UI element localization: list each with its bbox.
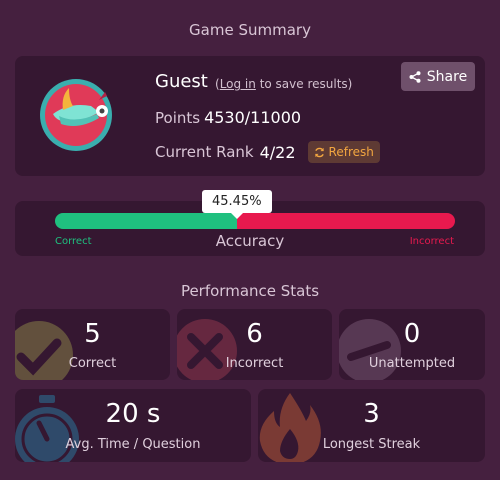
stat-value: 20 s [105, 399, 161, 429]
rank-value: 4/22 [259, 142, 296, 162]
game-summary-title: Game Summary [189, 21, 311, 39]
avatar [40, 79, 112, 151]
accuracy-bar-incorrect [236, 213, 455, 229]
share-label: Share [426, 68, 468, 85]
rank-row: Current Rank 4/22 Refresh [155, 141, 380, 163]
stat-value: 0 [403, 319, 421, 349]
refresh-label: Refresh [328, 145, 374, 159]
accuracy-percent-bubble: 45.45% [201, 190, 272, 213]
stat-tile-longest-streak: 3 Longest Streak [258, 389, 485, 462]
refresh-button[interactable]: Refresh [307, 141, 380, 163]
stat-label: Correct [68, 356, 117, 371]
stat-tile-unattempted: 0 Unattempted [339, 309, 485, 380]
points-row: Points 4530/11000 [155, 108, 301, 127]
points-value: 4530/11000 [204, 108, 302, 127]
player-name: Guest [155, 71, 208, 92]
login-suffix: to save results) [255, 77, 353, 91]
share-button[interactable]: Share [401, 62, 475, 91]
incorrect-legend: Incorrect [409, 236, 454, 247]
accuracy-pointer [230, 213, 243, 219]
login-link[interactable]: Log in [220, 77, 256, 91]
stat-tile-correct: 5 Correct [15, 309, 170, 380]
stat-value: 5 [84, 319, 101, 349]
stat-label: Unattempted [368, 356, 456, 371]
stat-label: Incorrect [225, 356, 284, 371]
refresh-icon [314, 147, 324, 157]
login-note: (Log in to save results) [215, 77, 352, 91]
accuracy-bar-correct [55, 213, 237, 229]
rank-label: Current Rank [155, 143, 254, 161]
stat-label: Avg. Time / Question [65, 437, 201, 452]
points-label: Points [155, 109, 201, 127]
share-icon [409, 70, 421, 83]
summary-card: Guest (Log in to save results) Share Poi… [15, 56, 485, 176]
stat-value: 3 [363, 399, 380, 429]
stat-tile-avg-time: 20 s Avg. Time / Question [15, 389, 251, 462]
performance-stats-title: Performance Stats [180, 282, 320, 300]
stat-tile-incorrect: 6 Incorrect [177, 309, 332, 380]
stat-value: 6 [246, 319, 263, 349]
accuracy-card: 45.45% Correct Accuracy Incorrect [15, 190, 485, 256]
stat-label: Longest Streak [322, 437, 421, 452]
